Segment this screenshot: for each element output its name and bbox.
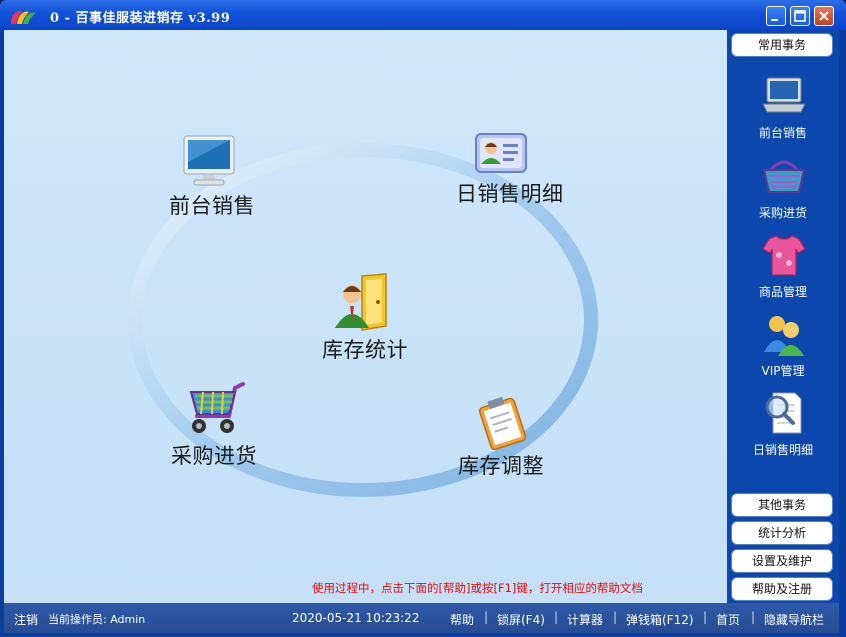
tile-inventory-stats[interactable]: 库存统计 (308, 270, 420, 362)
help-link[interactable]: 帮助 (450, 611, 474, 628)
close-icon (819, 11, 829, 21)
nav-item-products[interactable]: 商品管理 (731, 233, 835, 309)
tile-front-sales-label: 前台销售 (169, 194, 255, 218)
nav-item-front-sales[interactable]: 前台销售 (731, 74, 835, 150)
datetime: 2020-05-21 10:23:22 (292, 611, 420, 625)
help-register-button[interactable]: 帮助及注册 (731, 577, 833, 601)
right-navigation: 常用事务 前台销售 采购进货 商品管理 VIP管理 日销售明细 其他事务 统计分… (727, 30, 839, 603)
document-search-icon (765, 392, 802, 434)
close-button[interactable] (814, 6, 834, 26)
help-hint: 使用过程中，点击下面的[帮助]或按[F1]键，打开相应的帮助文档 (312, 581, 643, 595)
tile-inventory-adjust-label: 库存调整 (458, 454, 544, 478)
clipboard-icon (478, 397, 527, 450)
nav-item-daily-detail[interactable]: 日销售明细 (731, 391, 835, 467)
separator: | (613, 610, 618, 624)
settings-maintenance-button[interactable]: 设置及维护 (731, 549, 833, 573)
nav-item-purchase[interactable]: 采购进货 (731, 154, 835, 230)
nav-item-label: 日销售明细 (752, 443, 813, 457)
maximize-button[interactable] (790, 6, 810, 26)
tile-purchase[interactable]: 采购进货 (169, 380, 279, 470)
logout-link[interactable]: 注销 (14, 611, 38, 628)
window-frame-bottom (0, 633, 846, 637)
tile-purchase-label: 采购进货 (171, 444, 257, 468)
nav-item-label: 商品管理 (758, 285, 807, 299)
separator: | (484, 610, 489, 624)
home-link[interactable]: 首页 (716, 611, 740, 628)
laptop-icon (762, 77, 806, 113)
app-logo-icon (11, 11, 36, 24)
nav-item-label: 前台销售 (758, 126, 807, 140)
shopping-basket-icon (762, 160, 806, 193)
minimize-icon (771, 19, 778, 21)
monitor-icon (183, 135, 235, 186)
nav-item-vip[interactable]: VIP管理 (731, 312, 835, 388)
common-tasks-button[interactable]: 常用事务 (731, 33, 833, 57)
tile-daily-detail[interactable]: 日销售明细 (454, 126, 584, 208)
tile-daily-detail-label: 日销售明细 (456, 182, 564, 206)
status-bar: 注销 当前操作员: Admin 2020-05-21 10:23:22 帮助 |… (4, 603, 839, 633)
minimize-button[interactable] (766, 6, 786, 26)
other-tasks-button[interactable]: 其他事务 (731, 493, 833, 517)
users-icon (764, 316, 804, 356)
shopping-cart-icon (189, 382, 245, 433)
workspace: 前台销售 日销售明细 库存统计 采购进货 库存调整 使用过程中，点击下面的[帮助… (4, 30, 727, 603)
separator: | (751, 610, 756, 624)
cash-drawer-link[interactable]: 弹钱箱(F12) (626, 611, 694, 628)
calculator-link[interactable]: 计算器 (567, 611, 603, 628)
nav-item-label: 采购进货 (758, 206, 807, 220)
statistics-button[interactable]: 统计分析 (731, 521, 833, 545)
nav-item-label: VIP管理 (761, 364, 805, 378)
title-bar[interactable]: 0 - 百事佳服装进销存 v3.99 (0, 0, 846, 30)
window-frame-right (839, 30, 846, 637)
tile-inventory-adjust[interactable]: 库存调整 (456, 394, 566, 480)
tile-inventory-stats-label: 库存统计 (322, 338, 408, 362)
tshirt-icon (762, 235, 806, 276)
separator: | (554, 610, 559, 624)
current-operator: 当前操作员: Admin (48, 613, 146, 626)
window-title: 0 - 百事佳服装进销存 v3.99 (50, 11, 231, 26)
tile-front-sales[interactable]: 前台销售 (164, 134, 274, 218)
separator: | (703, 610, 708, 624)
lock-screen-link[interactable]: 锁屏(F4) (497, 611, 545, 628)
door-person-icon (335, 273, 387, 331)
maximize-icon (794, 10, 806, 22)
hide-nav-link[interactable]: 隐藏导航栏 (764, 611, 824, 628)
id-card-icon (475, 133, 527, 173)
